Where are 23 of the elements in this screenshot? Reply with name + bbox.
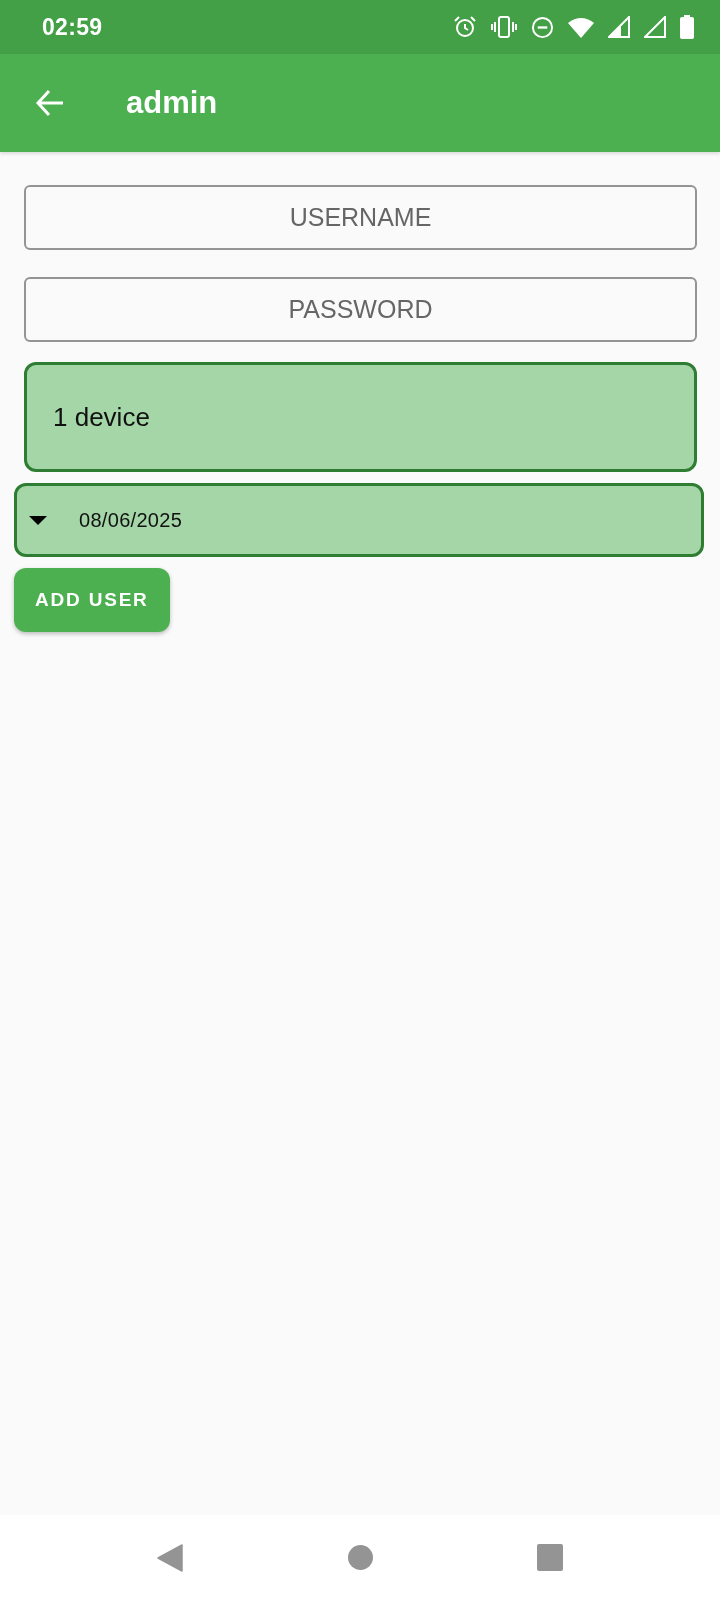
password-field[interactable]: PASSWORD — [24, 277, 697, 342]
dropdown-caret-icon — [29, 515, 47, 525]
back-button[interactable] — [34, 87, 66, 119]
signal-icon — [644, 16, 666, 38]
screen-title: admin — [126, 85, 218, 121]
vibrate-icon — [491, 16, 517, 38]
do-not-disturb-icon — [531, 15, 554, 39]
recents-square-icon — [537, 1544, 563, 1571]
nav-home-button[interactable] — [345, 1542, 375, 1573]
home-circle-icon — [347, 1545, 373, 1570]
date-selector[interactable]: 08/06/2025 — [14, 483, 704, 557]
battery-icon — [680, 15, 694, 39]
status-time: 02:59 — [42, 13, 103, 41]
nav-recents-button[interactable] — [535, 1542, 565, 1573]
back-arrow-icon — [35, 89, 65, 117]
device-count-selector[interactable]: 1 device — [24, 362, 697, 472]
username-field[interactable]: USERNAME — [24, 185, 697, 250]
nav-back-button[interactable] — [155, 1542, 185, 1573]
date-value: 08/06/2025 — [79, 508, 183, 532]
signal-icon — [608, 16, 630, 38]
back-triangle-icon — [157, 1543, 183, 1572]
wifi-icon — [568, 16, 594, 38]
alarm-clock-icon — [453, 15, 477, 39]
